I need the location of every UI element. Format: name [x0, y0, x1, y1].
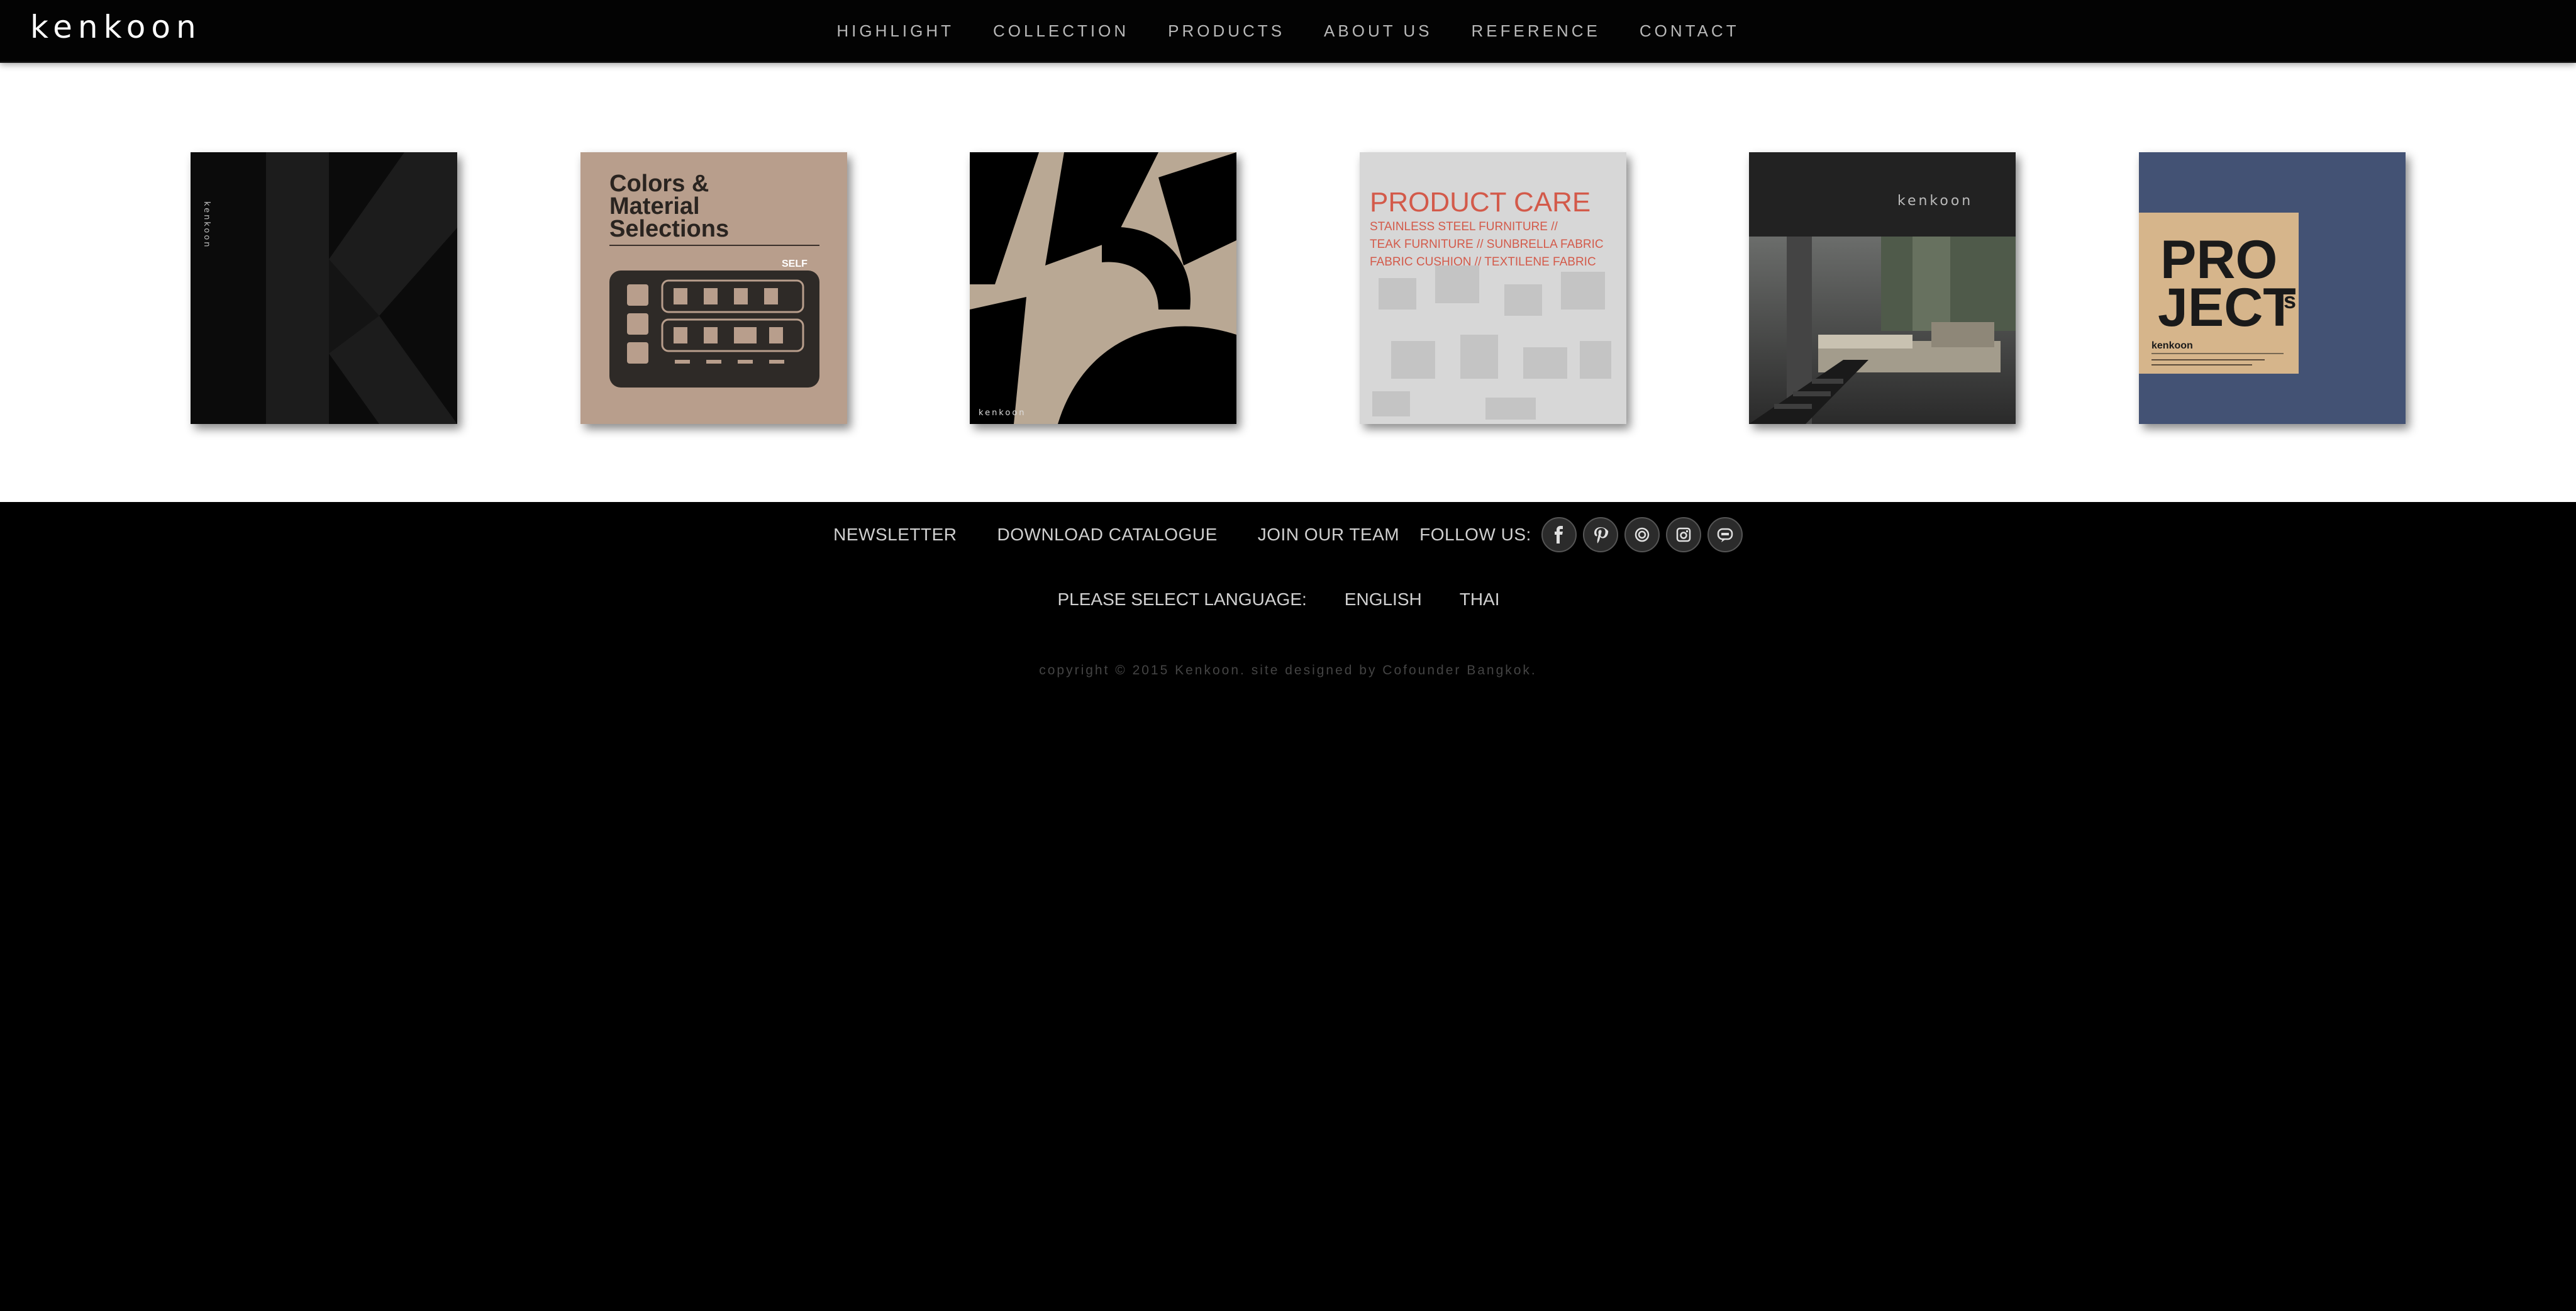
social-icons	[1541, 517, 1743, 552]
footer-download-catalogue-link[interactable]: DOWNLOAD CATALOGUE	[997, 525, 1218, 545]
copyright-text: copyright © 2015 Kenkoon. site designed …	[1039, 663, 1537, 678]
nav-contact[interactable]: CONTACT	[1640, 21, 1740, 41]
nav-collection[interactable]: COLLECTION	[993, 21, 1129, 41]
cover4-subtitle-line1: STAINLESS STEEL FURNITURE //	[1370, 220, 1558, 233]
catalog-cover-abstract-k[interactable]: kenkoon	[970, 152, 1237, 424]
catalog-cover-list: kenkoon Colors & Material Selections SEL…	[191, 152, 2406, 424]
nav-products[interactable]: PRODUCTS	[1168, 21, 1285, 41]
cover-interior-art: kenkoon	[1749, 152, 2016, 424]
main-nav: HIGHLIGHT COLLECTION PRODUCTS ABOUT US R…	[0, 0, 2576, 62]
cover2-badge: SELF	[782, 259, 808, 269]
cover-abstract-art: kenkoon	[970, 152, 1237, 424]
cover4-subtitle-line3: FABRIC CUSHION // TEXTILENE FABRIC	[1370, 255, 1596, 269]
nav-about-us[interactable]: ABOUT US	[1324, 21, 1432, 41]
catalog-cover-projects[interactable]: PRO JECT s kenkoon	[2138, 152, 2406, 424]
follow-us-label: FOLLOW US:	[1419, 525, 1531, 544]
cover-k-art: kenkoon	[191, 152, 457, 424]
catalog-section: kenkoon Colors & Material Selections SEL…	[0, 62, 2576, 502]
footer-join-team-link[interactable]: JOIN OUR TEAM	[1258, 525, 1399, 545]
cover-colors-art: Colors & Material Selections SELF	[580, 152, 847, 424]
cover6-title-line2: JECT	[2158, 277, 2296, 338]
instagram-icon[interactable]	[1624, 517, 1660, 552]
cover4-title: PRODUCT CARE	[1370, 187, 1591, 218]
cover-product-care-art: PRODUCT CARE STAINLESS STEEL FURNITURE /…	[1359, 152, 1626, 424]
catalog-cover-colors-material[interactable]: Colors & Material Selections SELF	[580, 152, 847, 424]
catalog-cover-kenkoon-k[interactable]: kenkoon	[191, 152, 457, 424]
cover4-subtitle-line2: TEAK FURNITURE // SUNBRELLA FABRIC	[1370, 238, 1604, 251]
cover-projects-art: PRO JECT s kenkoon	[2138, 152, 2406, 424]
nav-highlight[interactable]: HIGHLIGHT	[836, 21, 954, 41]
nav-reference[interactable]: REFERENCE	[1471, 21, 1600, 41]
pinterest-icon[interactable]	[1582, 517, 1618, 552]
cover3-brand: kenkoon	[979, 408, 1026, 418]
language-selector: PLEASE SELECT LANGUAGE: ENGLISH THAI	[0, 584, 2576, 615]
language-label: PLEASE SELECT LANGUAGE:	[1057, 589, 1307, 609]
cover6-brand: kenkoon	[2151, 340, 2193, 351]
camera-icon[interactable]	[1665, 517, 1701, 552]
footer-links: NEWSLETTER DOWNLOAD CATALOGUE JOIN OUR T…	[0, 517, 2576, 552]
footer-newsletter-link[interactable]: NEWSLETTER	[833, 525, 957, 545]
facebook-icon[interactable]	[1541, 517, 1577, 552]
cover6-title-suffix: s	[2284, 287, 2296, 313]
cover1-vertical-text: kenkoon	[202, 201, 211, 249]
top-nav-bar: kenkoon HIGHLIGHT COLLECTION PRODUCTS AB…	[0, 0, 2576, 63]
catalog-cover-kenkoon-interior[interactable]: kenkoon	[1749, 152, 2016, 424]
line-icon[interactable]	[1707, 517, 1743, 552]
catalog-cover-product-care[interactable]: PRODUCT CARE STAINLESS STEEL FURNITURE /…	[1359, 152, 1626, 424]
cover5-brand: kenkoon	[1897, 193, 1973, 209]
language-english[interactable]: ENGLISH	[1345, 589, 1422, 610]
cover2-title-line3: Selections	[609, 216, 729, 242]
language-thai[interactable]: THAI	[1460, 589, 1500, 610]
